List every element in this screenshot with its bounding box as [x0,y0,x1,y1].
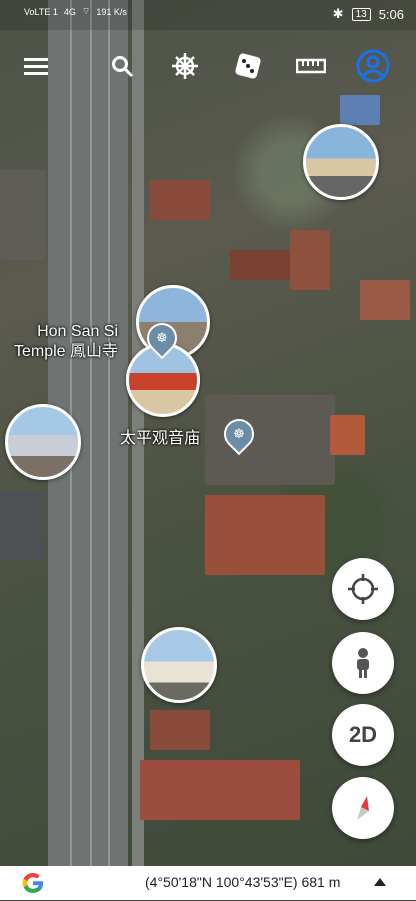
speed-indicator: 191 K/s [96,6,127,17]
building-roof [330,415,365,455]
building-roof [0,490,46,560]
building-roof [150,180,210,220]
menu-icon[interactable] [18,48,54,84]
ship-wheel-icon[interactable] [167,48,203,84]
building-roof [150,710,210,750]
place-label-taiping-temple[interactable]: 太平观音庙 [120,429,200,449]
bottom-bar: (4°50'18"N 100°43'53"E) 681 m [0,866,416,900]
lane-marking [108,0,110,866]
google-logo [20,870,46,896]
sim1-indicator: VoLTE 1 [24,6,58,17]
toolbar [0,44,416,88]
battery-indicator: 13 [351,7,371,21]
compass-button[interactable] [332,777,394,839]
building-row [140,760,300,820]
coordinates-readout: (4°50'18"N 100°43'53"E) 681 m [145,874,341,890]
ship-wheel-icon: ☸ [233,426,245,441]
photo-thumbnail[interactable] [303,124,379,200]
view-mode-button[interactable]: 2D [332,704,394,766]
account-icon[interactable] [355,48,391,84]
clock: 5:06 [378,6,404,22]
bluetooth-icon: ✱ [332,6,344,21]
building-roof [205,495,325,575]
building-roof [0,170,46,260]
photo-thumbnail[interactable] [5,404,81,480]
search-icon[interactable] [104,48,140,84]
ruler-icon[interactable] [293,48,329,84]
place-label-hon-san-si[interactable]: Hon San Si Temple 鳳山寺 [14,322,118,362]
wifi-icon: ⌔ [81,6,91,16]
photo-thumbnail[interactable] [141,627,217,703]
network-indicator: 4G [63,6,76,17]
lane-marking [90,0,92,866]
building-roof [290,230,330,290]
caret-up-icon[interactable] [374,878,386,886]
ship-wheel-icon: ☸ [156,330,168,345]
status-bar: VoLTE 1 4G ⌔ 191 K/s ✱ 13 5:06 [0,0,416,30]
compass-icon [357,796,369,820]
street-view-button[interactable] [332,632,394,694]
building-roof [360,280,410,320]
dice-icon[interactable] [230,48,266,84]
locate-button[interactable] [332,558,394,620]
crosshair-icon [348,574,378,604]
pegman-icon [357,648,369,678]
building-roof [340,95,380,125]
